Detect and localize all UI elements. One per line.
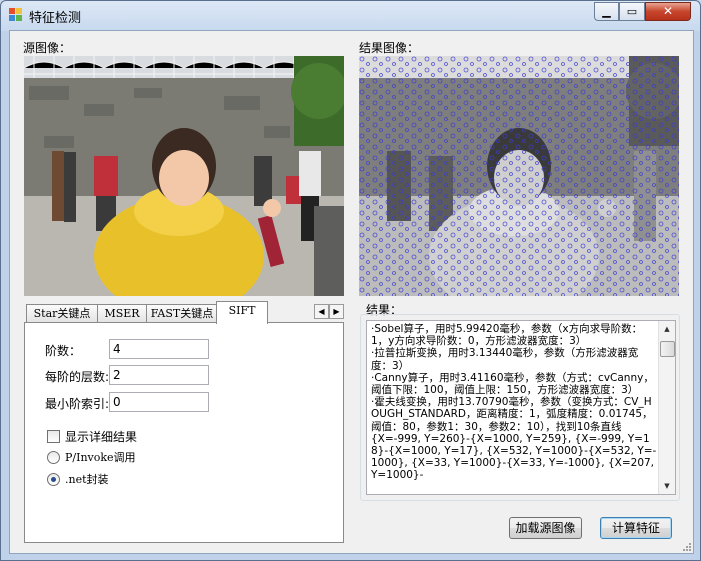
close-icon: ✕ — [662, 4, 674, 18]
source-image — [24, 56, 344, 296]
tab-scroll-left[interactable]: ◀ — [314, 304, 329, 319]
window-title: 特征检测 — [29, 11, 82, 26]
minimize-icon: ▁ — [602, 5, 611, 18]
close-button[interactable]: ✕ — [645, 2, 691, 21]
client-area: 源图像： 结果图像： Star关键点 MSER FAST关键点 SIFT ◀ ▶… — [9, 30, 694, 554]
minimize-button[interactable]: ▁ — [594, 2, 619, 21]
scroll-down-icon[interactable]: ▼ — [659, 478, 675, 494]
show-details-checkbox[interactable] — [47, 430, 60, 443]
feature-tabs: Star关键点 MSER FAST关键点 SIFT ◀ ▶ — [24, 301, 352, 324]
min-index-field[interactable]: 0 — [109, 392, 209, 412]
source-image-label: 源图像： — [23, 41, 72, 55]
triangle-left-icon: ◀ — [318, 307, 325, 316]
app-icon — [9, 8, 22, 21]
results-textbox[interactable]: ·Sobel算子，用时5.99420毫秒，参数（x方向求导阶数：1，y方向求导阶… — [366, 320, 676, 495]
scroll-thumb[interactable] — [660, 341, 675, 357]
sift-panel: 阶数： 4 每阶的层数: 2 最小阶索引: 0 显示详细结果 P/Invoke调… — [24, 322, 344, 543]
result-image-label: 结果图像： — [359, 41, 420, 55]
scroll-up-icon[interactable]: ▲ — [659, 321, 675, 337]
results-text: ·Sobel算子，用时5.99420毫秒，参数（x方向求导阶数：1，y方向求导阶… — [371, 323, 657, 482]
min-index-label: 最小阶索引: — [45, 397, 110, 411]
result-image — [359, 56, 679, 296]
maximize-button[interactable]: ▭ — [619, 2, 645, 21]
resize-grip-icon[interactable] — [681, 541, 691, 551]
maximize-icon: ▭ — [626, 5, 638, 18]
radio-selected-dot — [51, 477, 56, 482]
compute-features-button[interactable]: 计算特征 — [600, 517, 672, 539]
layers-label: 每阶的层数: — [45, 370, 110, 384]
dotnet-label: .net封装 — [65, 473, 109, 486]
tab-sift[interactable]: SIFT — [216, 301, 268, 324]
tab-fast[interactable]: FAST关键点 — [146, 304, 218, 322]
show-details-label: 显示详细结果 — [65, 430, 138, 444]
octaves-label: 阶数： — [45, 344, 82, 358]
pinvoke-label: P/Invoke调用 — [65, 451, 136, 464]
title-bar[interactable]: 特征检测 ▁ ▭ ✕ — [1, 1, 700, 29]
pinvoke-radio[interactable] — [47, 451, 60, 464]
layers-field[interactable]: 2 — [109, 365, 209, 385]
load-source-button[interactable]: 加载源图像 — [509, 517, 582, 539]
tab-mser[interactable]: MSER — [97, 304, 147, 322]
octaves-field[interactable]: 4 — [109, 339, 209, 359]
tab-star[interactable]: Star关键点 — [26, 304, 98, 322]
triangle-right-icon: ▶ — [333, 307, 340, 316]
results-scrollbar[interactable]: ▲ ▼ — [658, 321, 675, 494]
dotnet-radio[interactable] — [47, 473, 60, 486]
tab-scroll-right[interactable]: ▶ — [329, 304, 344, 319]
main-window: 特征检测 ▁ ▭ ✕ 源图像： 结果图像： Star关键点 MSER FAST关… — [0, 0, 701, 561]
